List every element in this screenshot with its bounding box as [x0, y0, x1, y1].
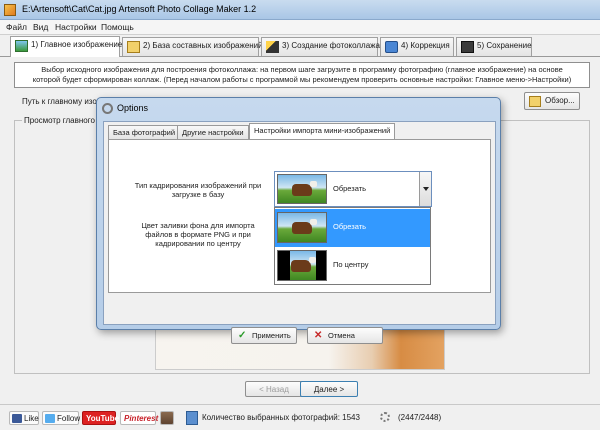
- puzzle-icon: [385, 41, 398, 53]
- floppy-disk-icon: [461, 41, 474, 53]
- option-crop[interactable]: Обрезать: [275, 209, 430, 247]
- dialog-title: Options: [117, 103, 149, 113]
- crop-type-label: Тип кадрирования изображений при загрузк…: [123, 181, 273, 199]
- tab-mini-image-import[interactable]: Настройки импорта мини-изображений: [249, 123, 396, 139]
- next-button[interactable]: Далее >: [300, 381, 358, 397]
- apply-button[interactable]: ✓ Применить: [231, 327, 297, 344]
- cancel-button[interactable]: ✕ Отмена: [307, 327, 383, 344]
- cow-image: [292, 219, 317, 234]
- instructions-line-1: Выбор исходного изображения для построен…: [41, 65, 563, 74]
- browse-label: Обзор...: [545, 96, 575, 105]
- tab-photo-base[interactable]: База фотографий: [108, 125, 181, 139]
- youtube-button[interactable]: YouTube: [82, 411, 119, 425]
- crop-type-label-line-1: Тип кадрирования изображений при: [134, 181, 262, 190]
- app-icon: [4, 4, 16, 16]
- crop-type-select[interactable]: Обрезать: [274, 171, 432, 207]
- tab-label: 4) Коррекция: [401, 41, 450, 50]
- preview-label: Просмотр главного: [22, 116, 97, 125]
- menu-settings[interactable]: Настройки: [55, 22, 97, 32]
- image-icon: [15, 40, 28, 52]
- browse-button[interactable]: Обзор...: [524, 92, 580, 110]
- facebook-icon: [12, 414, 22, 423]
- tab-main-image[interactable]: 1) Главное изображение: [10, 36, 123, 57]
- instagram-icon[interactable]: [160, 411, 174, 425]
- crop-option-thumbnail: [277, 212, 327, 243]
- cancel-label: Отмена: [328, 331, 355, 340]
- crop-preview-thumbnail: [277, 174, 327, 204]
- menu-file[interactable]: Файл: [6, 22, 27, 32]
- options-dialog: Options База фотографий Другие настройки…: [96, 97, 501, 344]
- main-image-path-label: Путь к главному изо: [22, 97, 97, 106]
- cow-image: [291, 257, 316, 272]
- load-progress: (2447/2448): [398, 413, 442, 422]
- twitter-follow-button[interactable]: Follow: [42, 411, 81, 425]
- tab-correction[interactable]: 4) Коррекция: [380, 37, 454, 56]
- folder-add-icon: [529, 96, 541, 107]
- photo-count-icon: [186, 411, 198, 425]
- option-center[interactable]: По центру: [275, 247, 430, 285]
- gear-icon: [102, 103, 113, 114]
- instructions-box: Выбор исходного изображения для построен…: [14, 62, 590, 88]
- tab-label: 3) Создание фотоколлажа: [282, 41, 380, 50]
- selected-photos-count: Количество выбранных фотографий: 1543: [202, 413, 360, 422]
- crop-type-label-line-2: загрузке в базу: [171, 190, 225, 199]
- fill-color-label-line-1: Цвет заливки фона для импорта: [141, 221, 255, 230]
- close-icon: ✕: [314, 330, 323, 341]
- tab-save[interactable]: 5) Сохранение: [456, 37, 532, 56]
- center-option-thumbnail: [277, 250, 327, 281]
- title-bar: E:\Artensoft\Cat\Cat.jpg Artensoft Photo…: [0, 0, 600, 20]
- import-settings-panel: Тип кадрирования изображений при загрузк…: [108, 139, 491, 293]
- tab-create-collage[interactable]: 3) Создание фотоколлажа: [261, 37, 380, 56]
- option-label: Обрезать: [333, 222, 367, 231]
- dialog-body: База фотографий Другие настройки Настрой…: [103, 121, 496, 344]
- fill-color-label: Цвет заливки фона для импорта файлов в ф…: [123, 221, 273, 248]
- tab-label: 5) Сохранение: [477, 41, 532, 50]
- tab-image-base[interactable]: 2) База составных изображений: [122, 37, 263, 56]
- follow-label: Follow: [57, 414, 81, 423]
- window-title: E:\Artensoft\Cat\Cat.jpg Artensoft Photo…: [22, 4, 257, 14]
- back-button[interactable]: < Назад: [245, 381, 303, 397]
- tab-label: 2) База составных изображений: [143, 41, 263, 50]
- apply-label: Применить: [252, 331, 291, 340]
- wizard-tabs: 1) Главное изображение 2) База составных…: [0, 35, 600, 57]
- cow-image: [292, 181, 317, 196]
- magic-wand-icon: [266, 41, 279, 53]
- loading-spinner-icon: [380, 412, 390, 422]
- check-icon: ✓: [238, 330, 247, 341]
- option-label: По центру: [333, 260, 369, 269]
- tab-other-settings[interactable]: Другие настройки: [177, 125, 249, 139]
- add-images-icon: [127, 41, 140, 53]
- menu-bar: Файл Вид Настройки Помощь: [0, 20, 600, 35]
- facebook-like-button[interactable]: Like: [9, 411, 39, 425]
- menu-view[interactable]: Вид: [33, 22, 48, 32]
- dropdown-arrow-icon[interactable]: [419, 172, 431, 206]
- crop-type-dropdown-list: Обрезать По центру: [274, 207, 431, 285]
- fill-color-label-line-3: кадрировании по центру: [155, 239, 241, 248]
- crop-type-value: Обрезать: [333, 184, 367, 193]
- tab-label: 1) Главное изображение: [31, 40, 123, 49]
- status-bar: Like Follow YouTube Pinterest Количество…: [0, 404, 600, 430]
- menu-help[interactable]: Помощь: [101, 22, 134, 32]
- like-label: Like: [24, 414, 39, 423]
- pinterest-button[interactable]: Pinterest: [120, 411, 158, 425]
- fill-color-label-line-2: файлов в формате PNG и при: [145, 230, 251, 239]
- instructions-line-2: которой будет сформирован коллаж. (Перед…: [32, 75, 572, 84]
- twitter-icon: [45, 414, 55, 423]
